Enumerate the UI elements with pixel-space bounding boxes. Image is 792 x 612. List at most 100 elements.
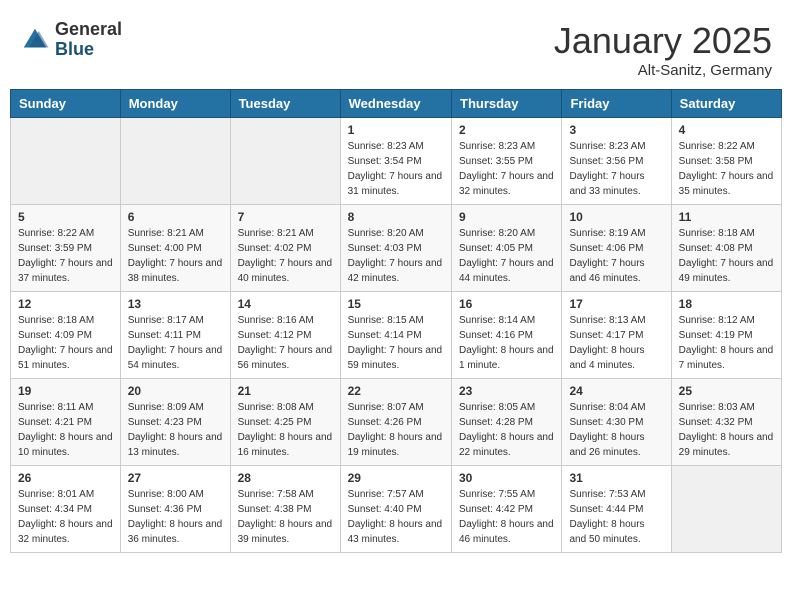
calendar-week-row: 12 Sunrise: 8:18 AMSunset: 4:09 PMDaylig… [11, 292, 782, 379]
day-info: Sunrise: 8:15 AMSunset: 4:14 PMDaylight:… [348, 313, 444, 373]
weekday-header: Friday [562, 90, 671, 118]
day-number: 26 [18, 471, 113, 485]
calendar: SundayMondayTuesdayWednesdayThursdayFrid… [10, 89, 782, 553]
location: Alt-Sanitz, Germany [554, 62, 772, 79]
day-info: Sunrise: 7:57 AMSunset: 4:40 PMDaylight:… [348, 487, 444, 547]
calendar-cell: 31 Sunrise: 7:53 AMSunset: 4:44 PMDaylig… [562, 466, 671, 553]
day-info: Sunrise: 8:01 AMSunset: 4:34 PMDaylight:… [18, 487, 113, 547]
calendar-cell: 16 Sunrise: 8:14 AMSunset: 4:16 PMDaylig… [452, 292, 562, 379]
day-info: Sunrise: 7:53 AMSunset: 4:44 PMDaylight:… [569, 487, 663, 547]
calendar-cell: 9 Sunrise: 8:20 AMSunset: 4:05 PMDayligh… [452, 205, 562, 292]
calendar-cell: 25 Sunrise: 8:03 AMSunset: 4:32 PMDaylig… [671, 379, 781, 466]
day-number: 25 [679, 384, 774, 398]
day-number: 19 [18, 384, 113, 398]
day-number: 20 [128, 384, 223, 398]
calendar-cell: 22 Sunrise: 8:07 AMSunset: 4:26 PMDaylig… [340, 379, 451, 466]
day-number: 6 [128, 210, 223, 224]
day-number: 15 [348, 297, 444, 311]
day-info: Sunrise: 8:18 AMSunset: 4:08 PMDaylight:… [679, 226, 774, 286]
day-info: Sunrise: 8:23 AMSunset: 3:55 PMDaylight:… [459, 139, 554, 199]
day-number: 13 [128, 297, 223, 311]
calendar-cell: 7 Sunrise: 8:21 AMSunset: 4:02 PMDayligh… [230, 205, 340, 292]
calendar-cell: 20 Sunrise: 8:09 AMSunset: 4:23 PMDaylig… [120, 379, 230, 466]
day-info: Sunrise: 8:16 AMSunset: 4:12 PMDaylight:… [238, 313, 333, 373]
day-info: Sunrise: 8:20 AMSunset: 4:03 PMDaylight:… [348, 226, 444, 286]
calendar-cell [11, 118, 121, 205]
day-number: 7 [238, 210, 333, 224]
calendar-cell: 6 Sunrise: 8:21 AMSunset: 4:00 PMDayligh… [120, 205, 230, 292]
calendar-cell: 28 Sunrise: 7:58 AMSunset: 4:38 PMDaylig… [230, 466, 340, 553]
logo-icon [20, 25, 50, 55]
day-number: 31 [569, 471, 663, 485]
month-title: January 2025 [554, 20, 772, 62]
page-header: General Blue January 2025 Alt-Sanitz, Ge… [10, 10, 782, 84]
day-info: Sunrise: 8:11 AMSunset: 4:21 PMDaylight:… [18, 400, 113, 460]
calendar-cell: 26 Sunrise: 8:01 AMSunset: 4:34 PMDaylig… [11, 466, 121, 553]
day-info: Sunrise: 8:19 AMSunset: 4:06 PMDaylight:… [569, 226, 663, 286]
day-info: Sunrise: 8:21 AMSunset: 4:02 PMDaylight:… [238, 226, 333, 286]
calendar-cell: 17 Sunrise: 8:13 AMSunset: 4:17 PMDaylig… [562, 292, 671, 379]
day-number: 22 [348, 384, 444, 398]
weekday-header: Tuesday [230, 90, 340, 118]
day-info: Sunrise: 8:22 AMSunset: 3:59 PMDaylight:… [18, 226, 113, 286]
calendar-cell: 2 Sunrise: 8:23 AMSunset: 3:55 PMDayligh… [452, 118, 562, 205]
day-info: Sunrise: 8:21 AMSunset: 4:00 PMDaylight:… [128, 226, 223, 286]
day-number: 30 [459, 471, 554, 485]
title-area: January 2025 Alt-Sanitz, Germany [554, 20, 772, 79]
weekday-header: Wednesday [340, 90, 451, 118]
day-number: 8 [348, 210, 444, 224]
calendar-week-row: 19 Sunrise: 8:11 AMSunset: 4:21 PMDaylig… [11, 379, 782, 466]
calendar-week-row: 5 Sunrise: 8:22 AMSunset: 3:59 PMDayligh… [11, 205, 782, 292]
day-info: Sunrise: 8:07 AMSunset: 4:26 PMDaylight:… [348, 400, 444, 460]
calendar-cell: 29 Sunrise: 7:57 AMSunset: 4:40 PMDaylig… [340, 466, 451, 553]
calendar-cell: 15 Sunrise: 8:15 AMSunset: 4:14 PMDaylig… [340, 292, 451, 379]
weekday-header: Thursday [452, 90, 562, 118]
day-info: Sunrise: 8:09 AMSunset: 4:23 PMDaylight:… [128, 400, 223, 460]
calendar-cell [120, 118, 230, 205]
day-info: Sunrise: 8:14 AMSunset: 4:16 PMDaylight:… [459, 313, 554, 373]
calendar-cell: 14 Sunrise: 8:16 AMSunset: 4:12 PMDaylig… [230, 292, 340, 379]
calendar-cell: 10 Sunrise: 8:19 AMSunset: 4:06 PMDaylig… [562, 205, 671, 292]
day-number: 3 [569, 123, 663, 137]
calendar-cell: 18 Sunrise: 8:12 AMSunset: 4:19 PMDaylig… [671, 292, 781, 379]
calendar-cell: 12 Sunrise: 8:18 AMSunset: 4:09 PMDaylig… [11, 292, 121, 379]
day-info: Sunrise: 8:13 AMSunset: 4:17 PMDaylight:… [569, 313, 663, 373]
day-number: 4 [679, 123, 774, 137]
weekday-header-row: SundayMondayTuesdayWednesdayThursdayFrid… [11, 90, 782, 118]
logo-general: General [55, 20, 122, 40]
day-number: 18 [679, 297, 774, 311]
day-number: 12 [18, 297, 113, 311]
calendar-week-row: 1 Sunrise: 8:23 AMSunset: 3:54 PMDayligh… [11, 118, 782, 205]
day-number: 28 [238, 471, 333, 485]
day-number: 27 [128, 471, 223, 485]
day-info: Sunrise: 8:23 AMSunset: 3:54 PMDaylight:… [348, 139, 444, 199]
calendar-cell: 13 Sunrise: 8:17 AMSunset: 4:11 PMDaylig… [120, 292, 230, 379]
day-number: 16 [459, 297, 554, 311]
weekday-header: Monday [120, 90, 230, 118]
day-number: 29 [348, 471, 444, 485]
weekday-header: Saturday [671, 90, 781, 118]
calendar-cell: 8 Sunrise: 8:20 AMSunset: 4:03 PMDayligh… [340, 205, 451, 292]
calendar-cell: 1 Sunrise: 8:23 AMSunset: 3:54 PMDayligh… [340, 118, 451, 205]
day-info: Sunrise: 8:00 AMSunset: 4:36 PMDaylight:… [128, 487, 223, 547]
calendar-cell: 4 Sunrise: 8:22 AMSunset: 3:58 PMDayligh… [671, 118, 781, 205]
logo: General Blue [20, 20, 122, 60]
calendar-cell: 27 Sunrise: 8:00 AMSunset: 4:36 PMDaylig… [120, 466, 230, 553]
day-info: Sunrise: 8:08 AMSunset: 4:25 PMDaylight:… [238, 400, 333, 460]
day-info: Sunrise: 8:18 AMSunset: 4:09 PMDaylight:… [18, 313, 113, 373]
day-number: 17 [569, 297, 663, 311]
day-number: 2 [459, 123, 554, 137]
day-info: Sunrise: 8:22 AMSunset: 3:58 PMDaylight:… [679, 139, 774, 199]
day-info: Sunrise: 8:20 AMSunset: 4:05 PMDaylight:… [459, 226, 554, 286]
day-number: 9 [459, 210, 554, 224]
day-number: 1 [348, 123, 444, 137]
day-info: Sunrise: 7:58 AMSunset: 4:38 PMDaylight:… [238, 487, 333, 547]
logo-blue: Blue [55, 40, 122, 60]
calendar-cell: 21 Sunrise: 8:08 AMSunset: 4:25 PMDaylig… [230, 379, 340, 466]
calendar-cell: 24 Sunrise: 8:04 AMSunset: 4:30 PMDaylig… [562, 379, 671, 466]
day-number: 21 [238, 384, 333, 398]
day-info: Sunrise: 8:03 AMSunset: 4:32 PMDaylight:… [679, 400, 774, 460]
day-info: Sunrise: 7:55 AMSunset: 4:42 PMDaylight:… [459, 487, 554, 547]
day-number: 23 [459, 384, 554, 398]
calendar-cell [671, 466, 781, 553]
